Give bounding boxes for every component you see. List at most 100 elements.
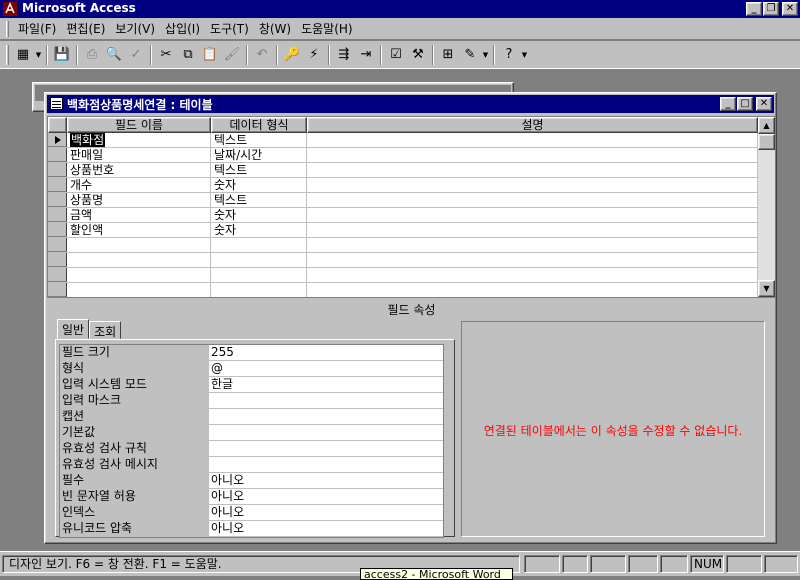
grid-vertical-scrollbar[interactable]: ▲ ▼ <box>758 117 775 297</box>
property-value[interactable]: 아니오 <box>208 505 443 520</box>
description-cell[interactable] <box>307 163 758 177</box>
data-type-cell[interactable]: 텍스트 <box>211 193 307 207</box>
menu-tools[interactable]: 도구(T) <box>205 19 254 38</box>
field-name-cell[interactable]: 개수 <box>67 178 211 192</box>
description-cell[interactable] <box>307 208 758 222</box>
property-row[interactable]: 형식 @ <box>60 361 443 377</box>
menu-edit[interactable]: 편집(E) <box>61 19 110 38</box>
description-cell[interactable] <box>307 133 758 147</box>
build-icon[interactable]: ⚒ <box>407 44 429 66</box>
spelling-icon[interactable]: ✓ <box>125 44 147 66</box>
field-name-cell[interactable]: 상품번호 <box>67 163 211 177</box>
property-row[interactable]: 인덱스 아니오 <box>60 505 443 521</box>
property-value[interactable] <box>208 457 443 472</box>
table-minimize-button[interactable]: _ <box>720 97 736 111</box>
menu-window[interactable]: 창(W) <box>254 19 296 38</box>
grid-corner[interactable] <box>48 117 67 133</box>
property-row[interactable]: 유효성 검사 규칙 <box>60 441 443 457</box>
table-row-empty[interactable] <box>48 238 758 253</box>
property-value[interactable] <box>208 393 443 408</box>
format-painter-icon[interactable]: 🖌 <box>221 44 243 66</box>
field-name-cell[interactable]: 상품명 <box>67 193 211 207</box>
property-row[interactable]: 입력 시스템 모드 한글 <box>60 377 443 393</box>
table-row[interactable]: 상품번호 텍스트 <box>48 163 758 178</box>
data-type-cell[interactable]: 텍스트 <box>211 163 307 177</box>
tab-lookup[interactable]: 조회 <box>89 321 122 339</box>
data-type-cell[interactable]: 숫자 <box>211 208 307 222</box>
table-close-button[interactable]: ✕ <box>756 97 772 111</box>
data-type-cell[interactable]: 텍스트 <box>211 133 307 147</box>
copy-icon[interactable]: ⧉ <box>177 44 199 66</box>
property-row[interactable]: 유니코드 압축 아니오 <box>60 521 443 537</box>
save-icon[interactable]: 💾 <box>51 44 73 66</box>
description-cell[interactable] <box>307 223 758 237</box>
property-row[interactable]: 필수 아니오 <box>60 473 443 489</box>
menubar-grip[interactable] <box>6 20 9 37</box>
row-selector-current[interactable] <box>48 133 67 147</box>
row-selector[interactable] <box>48 283 67 297</box>
database-window-icon[interactable]: ⊞ <box>437 44 459 66</box>
print-preview-icon[interactable]: 🔍 <box>103 44 125 66</box>
field-name-cell[interactable] <box>67 253 211 267</box>
property-value[interactable]: 아니오 <box>208 521 443 536</box>
field-name-cell[interactable]: 판매일 <box>67 148 211 162</box>
help-dropdown-icon[interactable]: ▼ <box>520 44 529 66</box>
property-row[interactable]: 캡션 <box>60 409 443 425</box>
description-cell[interactable] <box>307 193 758 207</box>
new-object-icon[interactable]: ✎ <box>459 44 481 66</box>
row-selector[interactable] <box>48 253 67 267</box>
field-name-cell[interactable] <box>67 268 211 282</box>
print-icon[interactable]: ⎙ <box>81 44 103 66</box>
description-cell[interactable] <box>307 268 758 282</box>
property-value[interactable]: 아니오 <box>208 489 443 504</box>
data-type-cell[interactable] <box>211 238 307 252</box>
property-value[interactable]: 한글 <box>208 377 443 392</box>
field-name-cell[interactable] <box>67 283 211 297</box>
view-dropdown-icon[interactable]: ▼ <box>34 44 43 66</box>
app-minimize-button[interactable]: _ <box>746 2 762 16</box>
property-row[interactable]: 필드 크기 255 <box>60 345 443 361</box>
new-object-dropdown-icon[interactable]: ▼ <box>481 44 490 66</box>
data-type-cell[interactable]: 날짜/시간 <box>211 148 307 162</box>
insert-rows-icon[interactable]: ⇶ <box>333 44 355 66</box>
property-value[interactable]: 255 <box>208 345 443 360</box>
tab-general[interactable]: 일반 <box>57 319 90 339</box>
table-row[interactable]: 백화점 텍스트 <box>48 133 758 148</box>
description-cell[interactable] <box>307 238 758 252</box>
help-icon[interactable]: ? <box>498 44 520 66</box>
scroll-up-arrow-icon[interactable]: ▲ <box>758 117 775 134</box>
view-datasheet-icon[interactable]: ▦ <box>12 44 34 66</box>
scroll-thumb[interactable] <box>758 134 775 150</box>
table-row[interactable]: 개수 숫자 <box>48 178 758 193</box>
field-name-cell[interactable]: 금액 <box>67 208 211 222</box>
property-row[interactable]: 기본값 <box>60 425 443 441</box>
property-row[interactable]: 입력 마스크 <box>60 393 443 409</box>
property-value[interactable] <box>208 425 443 440</box>
row-selector[interactable] <box>48 238 67 252</box>
toolbar-grip[interactable] <box>6 44 9 65</box>
description-cell[interactable] <box>307 178 758 192</box>
paste-icon[interactable]: 📋 <box>199 44 221 66</box>
field-name-cell[interactable] <box>67 238 211 252</box>
data-type-cell[interactable] <box>211 283 307 297</box>
property-value[interactable]: 아니오 <box>208 473 443 488</box>
field-name-cell[interactable]: 백화점 <box>67 133 211 147</box>
cut-icon[interactable]: ✂ <box>155 44 177 66</box>
data-type-cell[interactable]: 숫자 <box>211 223 307 237</box>
table-row-empty[interactable] <box>48 268 758 283</box>
table-row[interactable]: 상품명 텍스트 <box>48 193 758 208</box>
indexes-icon[interactable]: ⚡ <box>303 44 325 66</box>
menu-help[interactable]: 도움말(H) <box>296 19 358 38</box>
data-type-cell[interactable] <box>211 253 307 267</box>
row-selector[interactable] <box>48 223 67 237</box>
property-value[interactable]: @ <box>208 361 443 376</box>
row-selector[interactable] <box>48 268 67 282</box>
app-restore-button[interactable]: ❐ <box>763 2 779 16</box>
delete-rows-icon[interactable]: ⇥ <box>355 44 377 66</box>
row-selector[interactable] <box>48 208 67 222</box>
row-selector[interactable] <box>48 193 67 207</box>
table-icon[interactable] <box>50 97 63 110</box>
property-value[interactable] <box>208 441 443 456</box>
field-name-cell[interactable]: 할인액 <box>67 223 211 237</box>
table-row-empty[interactable] <box>48 283 758 297</box>
